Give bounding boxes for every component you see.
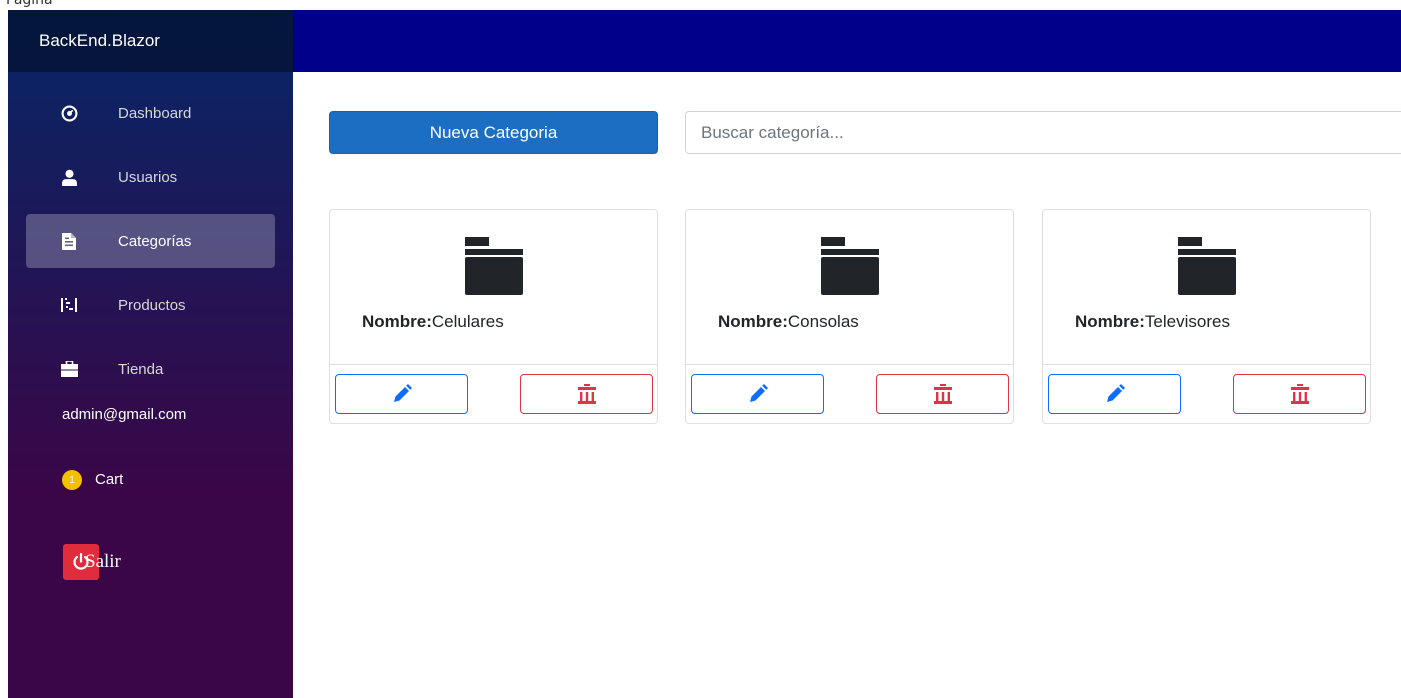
cart-link[interactable]: 1 Cart bbox=[8, 468, 293, 492]
category-name: Nombre:Celulares bbox=[362, 312, 504, 332]
briefcase-icon bbox=[60, 360, 78, 378]
sidebar-item-tienda[interactable]: Tienda bbox=[26, 342, 275, 396]
folder-icon bbox=[465, 237, 523, 295]
trash-icon bbox=[1290, 384, 1309, 404]
name-value: Televisores bbox=[1144, 312, 1230, 331]
sidebar-nav: Dashboard Usuarios Categorías Productos bbox=[8, 72, 293, 492]
sidebar-item-label: Categorías bbox=[118, 232, 192, 250]
delete-button[interactable] bbox=[876, 374, 1009, 414]
document-icon bbox=[60, 232, 78, 250]
pencil-icon bbox=[1106, 384, 1125, 402]
search-input[interactable] bbox=[685, 111, 1401, 154]
name-label: Nombre: bbox=[362, 312, 432, 331]
category-card: Nombre:Celulares bbox=[329, 209, 658, 424]
logout-label: Salir bbox=[85, 551, 121, 572]
sidebar-item-categorias[interactable]: Categorías bbox=[26, 214, 275, 268]
name-value: Consolas bbox=[787, 312, 859, 331]
delete-button[interactable] bbox=[1233, 374, 1366, 414]
person-icon bbox=[60, 168, 78, 186]
category-card: Nombre:Consolas bbox=[685, 209, 1014, 424]
list-icon bbox=[60, 296, 78, 314]
category-name: Nombre:Consolas bbox=[718, 312, 859, 332]
name-label: Nombre: bbox=[1075, 312, 1145, 331]
sidebar-item-productos[interactable]: Productos bbox=[26, 278, 275, 332]
edit-button[interactable] bbox=[335, 374, 468, 414]
pencil-icon bbox=[749, 384, 768, 402]
trash-icon bbox=[933, 384, 952, 404]
sidebar-item-label: Usuarios bbox=[118, 168, 178, 186]
brand-title[interactable]: BackEnd.Blazor bbox=[8, 10, 293, 72]
user-email: admin@gmail.com bbox=[62, 406, 187, 423]
card-divider bbox=[330, 364, 657, 365]
category-name: Nombre:Televisores bbox=[1075, 312, 1230, 332]
cart-count-badge: 1 bbox=[62, 470, 82, 490]
app-root: Pagina BackEnd.Blazor Dashboard Usuarios bbox=[0, 0, 1401, 698]
sidebar-item-label: Tienda bbox=[118, 360, 164, 378]
sidebar-item-label: Productos bbox=[118, 296, 186, 314]
card-divider bbox=[686, 364, 1013, 365]
trash-icon bbox=[577, 384, 596, 404]
sidebar-item-label: Dashboard bbox=[118, 104, 192, 122]
page-label: Pagina bbox=[6, 0, 53, 8]
card-divider bbox=[1043, 364, 1370, 365]
category-card: Nombre:Televisores bbox=[1042, 209, 1371, 424]
name-label: Nombre: bbox=[718, 312, 788, 331]
delete-button[interactable] bbox=[520, 374, 653, 414]
pencil-icon bbox=[393, 384, 412, 402]
logout-button[interactable]: Salir bbox=[63, 544, 121, 580]
new-category-button[interactable]: Nueva Categoria bbox=[329, 111, 658, 154]
folder-icon bbox=[1178, 237, 1236, 295]
sidebar: BackEnd.Blazor Dashboard Usuarios Catego… bbox=[8, 10, 293, 698]
sidebar-item-dashboard[interactable]: Dashboard bbox=[26, 86, 275, 140]
sidebar-item-usuarios[interactable]: Usuarios bbox=[26, 150, 275, 204]
folder-icon bbox=[821, 237, 879, 295]
name-value: Celulares bbox=[431, 312, 504, 331]
dashboard-icon bbox=[60, 104, 78, 122]
edit-button[interactable] bbox=[1048, 374, 1181, 414]
edit-button[interactable] bbox=[691, 374, 824, 414]
cart-label: Cart bbox=[95, 471, 124, 488]
top-bar bbox=[293, 10, 1401, 72]
